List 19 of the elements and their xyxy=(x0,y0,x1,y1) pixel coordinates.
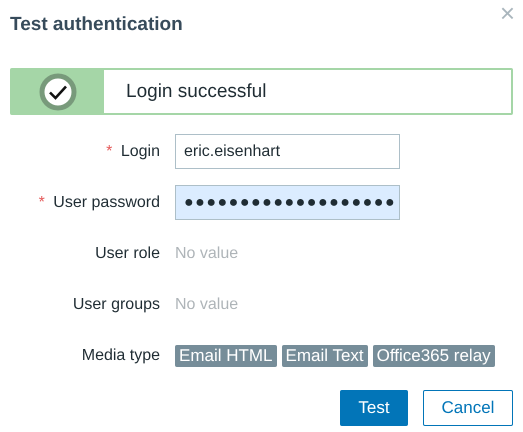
media-tag: Office365 relay xyxy=(372,344,495,366)
media-tag: Email Text xyxy=(282,344,368,366)
media-tag: Email HTML xyxy=(175,344,277,366)
input-field[interactable]: ●●●●●●●●●●●●●●●●●●● xyxy=(175,185,400,220)
field-label: User password xyxy=(53,194,160,210)
check-icon xyxy=(39,72,77,110)
input-field[interactable]: eric.eisenhart xyxy=(175,134,400,169)
empty-value: No value xyxy=(175,296,238,314)
field-label: User role xyxy=(95,244,160,262)
field-label: User groups xyxy=(72,296,160,312)
dialog-title: Test authentication xyxy=(10,14,183,36)
empty-value: No value xyxy=(175,244,238,262)
cancel-button[interactable]: Cancel xyxy=(423,390,513,426)
test-button[interactable]: Test xyxy=(340,390,408,426)
field-label: Login xyxy=(120,142,160,160)
required-mark: * xyxy=(106,142,112,160)
required-mark: * xyxy=(38,194,45,210)
message-text: Login successful xyxy=(126,80,266,102)
field-label: Media type xyxy=(82,346,160,364)
